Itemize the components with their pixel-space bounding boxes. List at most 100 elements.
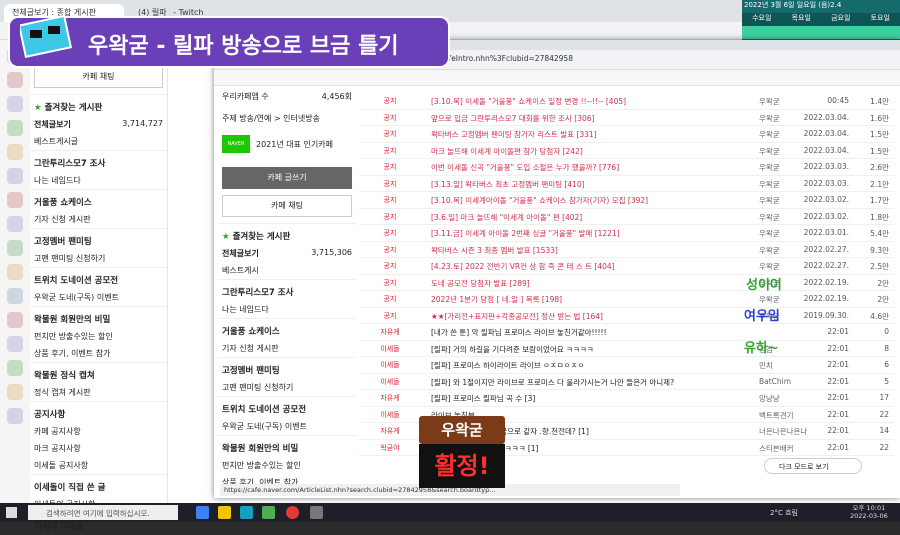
post-views: 22 — [879, 442, 889, 452]
post-title[interactable]: 앞으로 입금 그란투리스모7 대회를 위한 조사 [306] — [431, 113, 731, 124]
post-row[interactable]: 이세돌 [릴파] 거의 하길을 기다려준 보람이었어요 ㅋㅋㅋㅋ 검검 22:01 8 — [359, 342, 894, 358]
sidebar-item[interactable]: 기자 신청 게시판 — [218, 340, 356, 357]
post-views: 0 — [884, 327, 889, 336]
cafe-icon[interactable] — [7, 216, 23, 232]
sidebar-item[interactable]: 우왁굳 도네(구독) 이벤트 — [30, 289, 167, 306]
post-row[interactable]: 공지 [3.10.목] 이세돌 "거울풍" 쇼케이스 일정 변경 !!--!!--… — [359, 94, 894, 110]
post-row[interactable]: 이세돌 [릴파] 와 1절이지만 라이브로 프로미스 다 올라가시는거 나만 들은… — [359, 375, 894, 391]
cafe-icon[interactable] — [7, 264, 23, 280]
post-title[interactable]: [3.11.금] 이세계 아이돌 2번째 싱글 "거울풍" 발매 [1221] — [431, 228, 731, 239]
post-row[interactable]: 공지 [3.6.일] 마크 놀뜨해 "이세계 아이돌" 편 [402] 우왁굳 202… — [359, 210, 894, 226]
post-views: 1.8만 — [870, 212, 889, 222]
dark-mode-button[interactable]: 다크 모드로 보기 — [764, 458, 862, 474]
cafe-icon[interactable] — [7, 384, 23, 400]
sidebar-item[interactable]: 고팬 팬미팅 신청하기 — [30, 250, 167, 267]
sidebar-item[interactable]: 이세돌 공지사항 — [30, 457, 167, 474]
post-row[interactable]: 공지 [3.11.금] 이세계 아이돌 2번째 싱글 "거울풍" 발매 [1221… — [359, 226, 894, 242]
sidebar-item[interactable]: 카페 공지사항 — [30, 423, 167, 440]
post-row[interactable]: 공지 왁타버스 시즌 3 최종 멤버 발표 [1533] 우왁굳 2022.02.27… — [359, 243, 894, 259]
post-row[interactable]: 공지 [3.10.목] 이세계아이돌 "거울풍" 쇼케이스 참가자(기자) 모집 … — [359, 193, 894, 209]
post-row[interactable]: 공지 ★★[가리전+표지판+각종공모전] 정산 받는 법 [164] 우왁굳 2019… — [359, 309, 894, 325]
cafe-icon[interactable] — [7, 408, 23, 424]
taskbar-search[interactable]: 검색하려면 여기에 입력하십시오. — [28, 505, 178, 520]
section-head: 공지사항 — [30, 401, 167, 423]
sidebar-item-all[interactable]: 전체글보기 3,714,727 — [30, 116, 167, 133]
award-text: 2021년 대표 인기카페 — [256, 139, 333, 149]
cafe-icon[interactable] — [7, 144, 23, 160]
sidebar-item[interactable]: 기자 신청 게시판 — [30, 211, 167, 228]
cafe-icon-column — [0, 40, 30, 503]
sidebar-item[interactable]: 정식 캡쳐 게시판 — [30, 384, 167, 401]
windows-start-icon[interactable] — [6, 507, 17, 518]
post-views: 9.3만 — [870, 245, 889, 255]
sidebar-item[interactable]: 펀치만 방출수있는 할인 — [218, 457, 356, 474]
post-views: 1.7만 — [870, 196, 889, 205]
post-title[interactable]: 도네 공모전 당첨자 발표 [289] — [431, 278, 731, 289]
cafe-icon[interactable] — [7, 336, 23, 352]
post-title[interactable]: [3.6.일] 마크 놀뜨해 "이세계 아이돌" 편 [402] — [431, 212, 731, 223]
cafe-chat-button[interactable]: 카페 채팅 — [34, 66, 163, 88]
post-badge: 공지 — [383, 295, 397, 303]
sidebar-item[interactable]: 펀치만 방출수있는 할인 — [30, 328, 167, 345]
post-row[interactable]: 이세돌 [릴파] 프로미스 하이라이트 라이브 ㅇㅈㅁㅇㅈㅇ 민치 22:01 6 — [359, 358, 894, 374]
sidebar-item[interactable]: 상품 후기, 이벤트 참가 — [30, 345, 167, 362]
sidebar-item[interactable]: 나는 네임드다 — [30, 172, 167, 189]
post-title[interactable]: 마크 놀뜨해 이세계 아이돌편 참가 당첨자 [242] — [431, 146, 731, 157]
post-title[interactable]: [릴파] 와 1절이지만 라이브로 프로미스 다 올라가시는거 나만 들은거 아… — [431, 377, 731, 388]
app-icon[interactable] — [240, 506, 253, 519]
post-title[interactable]: ★★[가리전+표지판+각종공모전] 정산 받는 법 [164] — [431, 311, 731, 322]
sidebar-item[interactable]: 나는 네임드다 — [218, 301, 356, 318]
post-title[interactable]: [릴파] 프로미스 하이라이트 라이브 ㅇㅈㅁㅇㅈㅇ — [431, 360, 731, 371]
post-row[interactable]: 공지 [3.13.일] 왁타버스 최초 고정멤버 팬미팅 [410] 우왁굳 2022… — [359, 177, 894, 193]
sidebar-item-all[interactable]: 전체글보기 3,715,306 — [218, 245, 356, 262]
post-title[interactable]: [4.23.토] 2022 전반기 VR컨 상 함 즉 콘 테 스 트 [404… — [431, 261, 731, 272]
cafe-icon[interactable] — [7, 120, 23, 136]
post-title[interactable]: [3.10.목] 이세계아이돌 "거울풍" 쇼케이스 참가자(기자) 모집 [3… — [431, 195, 731, 206]
sidebar-item[interactable]: 우왁굳 도네(구독) 이벤트 — [218, 418, 356, 435]
cafe-write-button[interactable]: 카페 글쓰기 — [222, 167, 352, 189]
app-icon[interactable] — [310, 506, 323, 519]
post-title[interactable]: 왁타버스 시즌 3 최종 멤버 발표 [1533] — [431, 245, 731, 256]
post-row[interactable]: 자유게 [릴파] 프로미스 릴파님 곡 수 [3] 앙냥냥 22:01 17 — [359, 391, 894, 407]
post-views: 2.1만 — [870, 179, 889, 189]
cafe-icon[interactable] — [7, 312, 23, 328]
cafe-icon[interactable] — [7, 360, 23, 376]
sidebar-item-best[interactable]: 베스트게시 — [218, 262, 356, 279]
sidebar-item[interactable]: 고팬 팬미팅 신청하기 — [218, 379, 356, 396]
post-title[interactable]: 2022년 1분기 당첨 [ 네.일 ] 목록 [198] — [431, 294, 731, 305]
post-count: 3,715,306 — [311, 248, 352, 257]
cafe-icon[interactable] — [7, 288, 23, 304]
post-title[interactable]: [릴파] 거의 하길을 기다려준 보람이었어요 ㅋㅋㅋㅋ — [431, 344, 731, 355]
cafe-icon[interactable] — [7, 96, 23, 112]
folder-icon[interactable] — [218, 506, 231, 519]
post-row[interactable]: 공지 2022년 1분기 당첨 [ 네.일 ] 목록 [198] 우왁굳 2022.0… — [359, 292, 894, 308]
post-row[interactable]: 공지 [4.23.토] 2022 전반기 VR컨 상 함 즉 콘 테 스 트 [4… — [359, 259, 894, 275]
post-row[interactable]: 자유게 [내가 쓴 툰] 악 릴파님 프로미스 라이브 놓친거같아!!!!! 22:… — [359, 325, 894, 341]
post-title[interactable]: [릴파] 프로미스 릴파님 곡 수 [3] — [431, 393, 731, 404]
section-head: 그란투리스모7 조사 — [30, 150, 167, 172]
post-row[interactable]: 공지 마크 놀뜨해 이세계 아이돌편 참가 당첨자 [242] 우왁굳 2022.03… — [359, 144, 894, 160]
app-icon[interactable] — [262, 506, 275, 519]
post-title[interactable]: 이번 이세돌 신곡 "거울풍" 도입 소절은 누가 했을까? [776] — [431, 162, 731, 173]
cafe-chat-button[interactable]: 카페 채팅 — [222, 195, 352, 217]
post-title[interactable]: [내가 쓴 툰] 악 릴파님 프로미스 라이브 놓친거같아!!!!! — [431, 327, 731, 338]
section-head: 고정멤버 팬미팅 — [218, 357, 356, 379]
post-title[interactable]: [3.10.목] 이세돌 "거울풍" 쇼케이스 일정 변경 !!--!!-- [… — [431, 96, 731, 107]
post-row[interactable]: 공지 왁타버스 고정멤버 팬미팅 참가자 리스트 발표 [331] 우왁굳 2022.… — [359, 127, 894, 143]
sidebar-item[interactable]: 마크 공지사항 — [30, 440, 167, 457]
post-title[interactable]: [3.13.일] 왁타버스 최초 고정멤버 팬미팅 [410] — [431, 179, 731, 190]
cafe-icon[interactable] — [7, 72, 23, 88]
post-badge: 공지 — [383, 113, 397, 122]
cafe-icon[interactable] — [7, 168, 23, 184]
post-row[interactable]: 공지 앞으로 입금 그란투리스모7 대회를 위한 조사 [306] 우왁굳 2022.… — [359, 111, 894, 127]
post-date: 22:01 — [827, 343, 849, 353]
cafe-icon[interactable] — [7, 192, 23, 208]
app-icon[interactable] — [196, 506, 209, 519]
weekday: 수요일 — [752, 14, 772, 22]
post-row[interactable]: 공지 이번 이세돌 신곡 "거울풍" 도입 소절은 누가 했을까? [776] 우왁… — [359, 160, 894, 176]
sidebar-item-best[interactable]: 베스트게시글 — [30, 133, 167, 150]
chrome-icon[interactable] — [286, 506, 299, 519]
post-title[interactable]: 왁타버스 고정멤버 팬미팅 참가자 리스트 발표 [331] — [431, 129, 731, 140]
cafe-icon[interactable] — [7, 240, 23, 256]
post-row[interactable]: 공지 도네 공모전 당첨자 발표 [289] 우왁굳 2022.02.19. 2만 — [359, 276, 894, 292]
